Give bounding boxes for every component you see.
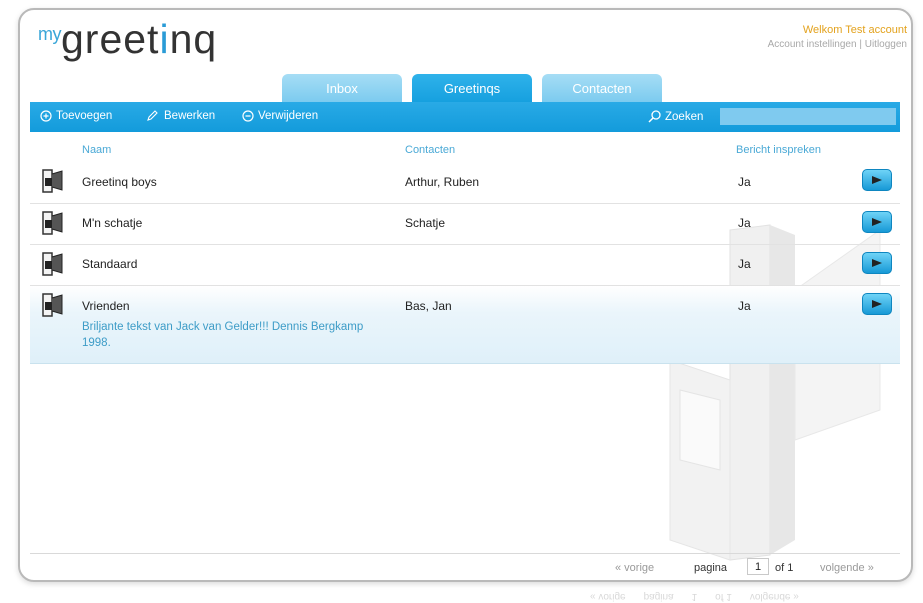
tab-inbox[interactable]: Inbox <box>282 74 402 102</box>
row-description: Briljante tekst van Jack van Gelder!!! D… <box>82 321 364 349</box>
app-logo: my greetinq <box>38 16 217 62</box>
page-number-input[interactable]: 1 <box>747 558 769 575</box>
play-button[interactable] <box>862 169 892 191</box>
column-header-contacten[interactable]: Contacten <box>405 144 455 156</box>
add-label: Toevoegen <box>56 110 113 122</box>
greetinq-phone-icon <box>42 293 63 317</box>
logout-link[interactable]: Uitloggen <box>865 39 907 50</box>
greetinq-phone-icon <box>42 252 63 276</box>
welcome-text: Welkom Test account <box>802 24 907 36</box>
edit-button[interactable]: Bewerken <box>146 110 215 122</box>
search-label: Zoeken <box>665 110 704 123</box>
app-window: my greetinq Welkom Test account Account … <box>18 8 913 582</box>
greetinq-phone-icon <box>42 211 63 235</box>
tab-contacten[interactable]: Contacten <box>542 74 662 102</box>
add-button[interactable]: Toevoegen <box>40 110 112 122</box>
table-row-selected[interactable]: Vrienden Bas, Jan Ja Briljante tekst van… <box>30 286 900 364</box>
search-icon <box>648 110 661 123</box>
toolbar: Toevoegen Bewerken Verwijderen Zoeken <box>30 102 900 132</box>
plus-circle-icon <box>40 110 52 122</box>
minus-circle-icon <box>242 110 254 122</box>
play-button[interactable] <box>862 252 892 274</box>
row-name: Vrienden <box>82 299 130 313</box>
delete-button[interactable]: Verwijderen <box>242 110 318 122</box>
row-name: Greetinq boys <box>82 175 157 189</box>
row-contacts: Bas, Jan <box>405 299 452 313</box>
pencil-icon <box>147 110 158 121</box>
row-message: Ja <box>738 216 751 230</box>
delete-label: Verwijderen <box>258 110 319 122</box>
table-row[interactable]: Greetinq boys Arthur, Ruben Ja <box>30 162 900 204</box>
account-settings-link[interactable]: Account instellingen <box>768 39 857 50</box>
row-contacts: Arthur, Ruben <box>405 175 480 189</box>
play-button[interactable] <box>862 211 892 233</box>
tab-greetinqs[interactable]: Greetinqs <box>412 74 532 102</box>
column-header-bericht[interactable]: Bericht inspreken <box>736 144 821 156</box>
column-header-naam[interactable]: Naam <box>82 144 111 156</box>
pagination: « vorige pagina 1 of 1 volgende » <box>30 553 900 580</box>
page-count: of 1 <box>775 562 794 574</box>
main-tabs: Inbox Greetinqs Contacten <box>282 74 662 102</box>
logo-prefix: my <box>38 24 62 44</box>
row-message: Ja <box>738 175 751 189</box>
search-input[interactable] <box>720 108 896 125</box>
previous-page-link[interactable]: « vorige <box>615 562 654 574</box>
next-page-link[interactable]: volgende » <box>820 562 874 574</box>
page-reflection: « vorige pagina 1 of 1 volgende » <box>590 591 799 602</box>
row-message: Ja <box>738 299 751 313</box>
account-panel: Welkom Test account Account instellingen… <box>768 24 907 50</box>
row-name: M'n schatje <box>82 216 143 230</box>
row-contacts: Schatje <box>405 216 446 230</box>
row-name: Standaard <box>82 257 138 271</box>
logo-wordmark: greetinq <box>61 16 218 62</box>
table-row[interactable]: Standaard Ja <box>30 245 900 286</box>
search-button[interactable]: Zoeken <box>648 110 703 123</box>
page-label: pagina <box>694 562 728 574</box>
edit-label: Bewerken <box>164 110 216 122</box>
row-message: Ja <box>738 257 751 271</box>
play-button[interactable] <box>862 293 892 315</box>
link-separator: | <box>859 39 862 50</box>
greetinq-phone-icon <box>42 169 63 193</box>
table-row[interactable]: M'n schatje Schatje Ja <box>30 204 900 245</box>
